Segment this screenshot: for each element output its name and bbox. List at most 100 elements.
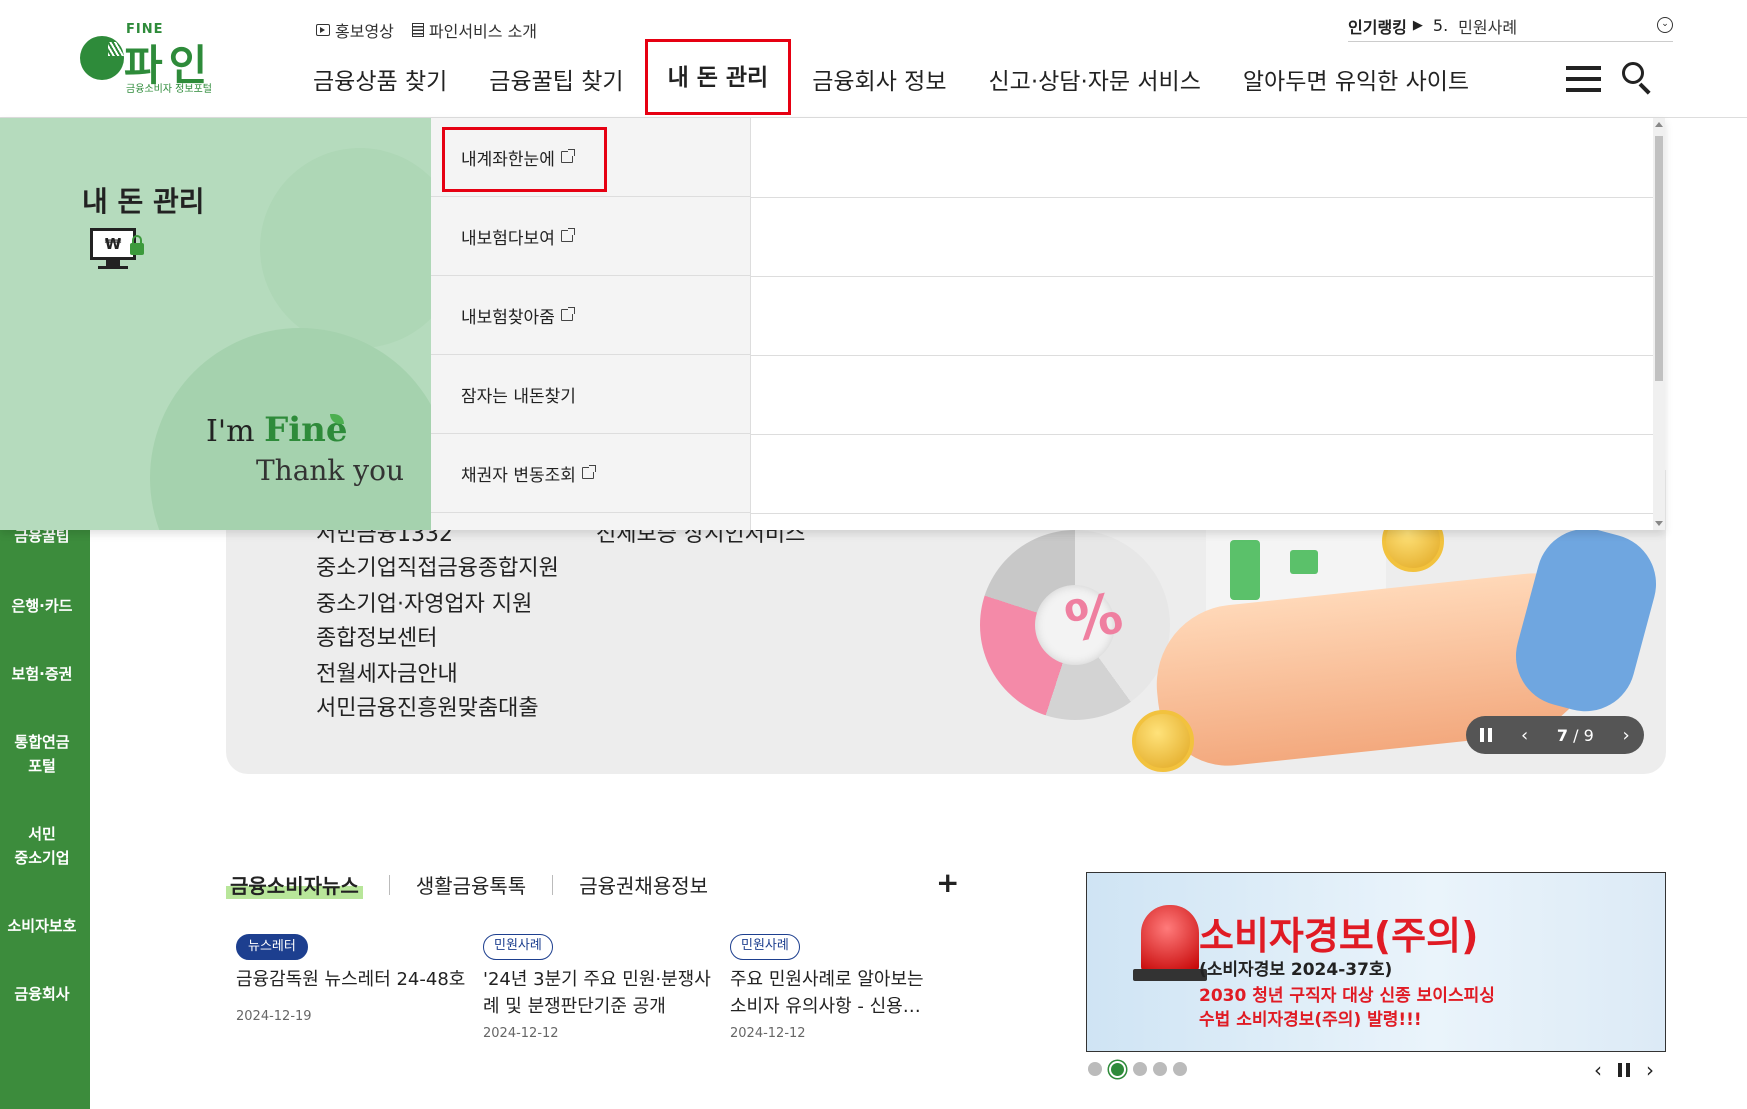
banner-slide-controls: ‹ 7 / 9 › [1466, 716, 1644, 754]
submenu-my-insurance-find[interactable]: 내보험찾아줌 [431, 276, 751, 355]
news-date: 2024-12-12 [483, 1026, 559, 1041]
search-icon[interactable] [1622, 62, 1654, 95]
news-date: 2024-12-12 [730, 1026, 806, 1041]
chevron-right-icon[interactable]: › [1622, 725, 1629, 746]
sidebar-item-sme[interactable]: 서민 중소기업 [0, 822, 84, 870]
pagination-dot[interactable] [1133, 1062, 1147, 1076]
chevron-left-icon[interactable]: ‹ [1594, 1058, 1602, 1082]
siren-icon [1141, 905, 1199, 971]
gnb-financial-tips[interactable]: 금융꿀팁 찾기 [468, 40, 644, 114]
tab-recruitment[interactable]: 금융권채용정보 [579, 870, 708, 899]
submenu-label: 내계좌한눈에 [461, 149, 555, 170]
news-card[interactable]: 민원사례 '24년 3분기 주요 민원·분쟁사례 및 분쟁판단기준 공개 202… [483, 934, 715, 1041]
news-date: 2024-12-19 [236, 1009, 312, 1024]
banner-link-info-center[interactable]: 종합정보센터 [316, 620, 437, 652]
alert-line-2: 수법 소비자경보(주의) 발령!!! [1199, 1010, 1422, 1030]
submenu-my-accounts[interactable]: 내계좌한눈에 [431, 118, 751, 197]
list-icon [411, 23, 424, 37]
pause-icon[interactable] [1480, 728, 1493, 742]
mega-menu-dropdown: 내 돈 관리 ₩ I'm Fine Thank you 내계좌한눈에 내보험다보… [0, 118, 1665, 530]
chevron-right-icon[interactable]: › [1646, 1058, 1654, 1082]
news-tabs: 금융소비자뉴스 생활금융톡톡 금융권채용정보 [226, 870, 708, 899]
site-header: FINE 파인 금융소비자 정보포털 홍보영상 파인서비스 소개 인기랭킹 ▶ … [0, 0, 1747, 118]
logo-mark-icon [80, 36, 126, 80]
banner-link-custom-loan[interactable]: 서민금융진흥원맞춤대출 [316, 690, 539, 722]
pagination-dot[interactable] [1088, 1062, 1102, 1076]
news-card[interactable]: 뉴스레터 금융감독원 뉴스레터 24-48호 2024-12-19 [236, 934, 468, 1024]
external-link-icon [560, 228, 575, 242]
play-arrow-icon: ▶ [1412, 18, 1423, 33]
consumer-alert-banner[interactable]: 소비자경보(주의) (소비자경보 2024-37호) 2030 청년 구직자 대… [1086, 872, 1666, 1052]
news-title[interactable]: 주요 민원사례로 알아보는 소비자 유의사항 - 신용… [730, 966, 930, 1020]
alert-slide-controls: ‹ › [1594, 1058, 1654, 1082]
ranking-text: 민원사례 [1458, 17, 1518, 37]
chevron-down-icon[interactable]: ⌄ [1657, 17, 1673, 33]
gnb-my-money[interactable]: 내 돈 관리 [644, 39, 792, 115]
sidebar-item-pension-portal[interactable]: 통합연금 포털 [0, 730, 84, 778]
service-intro-label: 파인서비스 소개 [428, 22, 538, 41]
news-title[interactable]: 금융감독원 뉴스레터 24-48호 [236, 966, 468, 993]
site-logo[interactable]: FINE 파인 금융소비자 정보포털 [80, 18, 230, 98]
submenu-label: 잠자는 내돈찾기 [461, 386, 576, 407]
external-link-icon [581, 465, 596, 479]
alert-title: 소비자경보(주의) [1199, 914, 1479, 958]
mega-menu-scrollbar[interactable] [1653, 118, 1665, 530]
promo-video-link[interactable]: 홍보영상 [316, 18, 394, 42]
hamburger-menu-icon[interactable] [1566, 66, 1601, 92]
alert-pagination-dots [1088, 1062, 1187, 1076]
gnb-useful-sites[interactable]: 알아두면 유익한 사이트 [1222, 40, 1490, 114]
pagination-dot-active[interactable] [1111, 1062, 1124, 1076]
promo-video-label: 홍보영상 [335, 22, 394, 41]
gnb-financial-products[interactable]: 금융상품 찾기 [292, 40, 468, 114]
ranking-number: 5. [1432, 16, 1449, 35]
mega-menu-intro-panel: 내 돈 관리 ₩ I'm Fine Thank you [0, 118, 431, 530]
submenu-label: 내보험다보여 [461, 228, 555, 249]
submenu-my-insurance-view[interactable]: 내보험다보여 [431, 197, 751, 276]
banner-link-sme-finance[interactable]: 중소기업직접금융종합지원 [316, 550, 559, 582]
tab-life-finance[interactable]: 생활금융톡톡 [416, 870, 526, 899]
mega-menu-detail-area [751, 118, 1653, 530]
news-badge: 뉴스레터 [236, 934, 308, 960]
main-navigation: 금융상품 찾기 금융꿀팁 찾기 내 돈 관리 금융회사 정보 신고·상담·자문 … [292, 39, 1490, 115]
news-badge: 민원사례 [730, 934, 800, 960]
tab-consumer-news[interactable]: 금융소비자뉴스 [226, 870, 363, 899]
sidebar-item-consumer-protection[interactable]: 소비자보호 [0, 914, 84, 938]
submenu-label: 채권자 변동조회 [461, 465, 576, 486]
logo-subtitle: 금융소비자 정보포털 [126, 84, 212, 95]
scroll-down-icon[interactable] [1655, 521, 1663, 526]
video-icon [316, 24, 330, 36]
submenu-dormant-money[interactable]: 잠자는 내돈찾기 [431, 355, 751, 434]
submenu-creditor-change[interactable]: 채권자 변동조회 [431, 434, 751, 513]
banner-link-rent-fund[interactable]: 전월세자금안내 [316, 656, 458, 688]
alert-number: (소비자경보 2024-37호) [1199, 960, 1393, 980]
sidebar-item-financial-company[interactable]: 금융회사 [0, 982, 84, 1006]
pagination-dot[interactable] [1173, 1062, 1187, 1076]
pause-icon[interactable] [1618, 1063, 1630, 1077]
scroll-thumb[interactable] [1655, 136, 1663, 381]
service-intro-link[interactable]: 파인서비스 소개 [411, 18, 538, 42]
sidebar-item-insurance-securities[interactable]: 보험·증권 [0, 662, 84, 686]
chevron-left-icon[interactable]: ‹ [1521, 725, 1528, 746]
banner-link-sme-support[interactable]: 중소기업·자영업자 지원 [316, 586, 532, 618]
news-more-button[interactable]: + [936, 869, 959, 897]
gnb-company-info[interactable]: 금융회사 정보 [791, 40, 967, 114]
mega-menu-title: 내 돈 관리 [82, 185, 205, 218]
pagination-dot[interactable] [1153, 1062, 1167, 1076]
slide-current: 7 [1556, 725, 1569, 745]
scroll-up-icon[interactable] [1655, 122, 1663, 127]
secure-wallet-icon: ₩ [90, 228, 146, 274]
news-card[interactable]: 민원사례 주요 민원사례로 알아보는 소비자 유의사항 - 신용… 2024-1… [730, 934, 930, 1041]
slide-total: 9 [1583, 725, 1594, 745]
slogan-thank-you: Thank you [256, 454, 405, 487]
news-badge: 민원사례 [483, 934, 553, 960]
mega-menu-sublist: 내계좌한눈에 내보험다보여 내보험찾아줌 잠자는 내돈찾기 채권자 변동조회 [431, 118, 751, 530]
coin-icon [1132, 710, 1194, 772]
news-title[interactable]: '24년 3분기 주요 민원·분쟁사례 및 분쟁판단기준 공개 [483, 966, 715, 1020]
slogan-im-fine: I'm Fine [206, 410, 348, 450]
sidebar-item-bank-card[interactable]: 은행·카드 [0, 594, 84, 618]
popular-ranking[interactable]: 인기랭킹 ▶ 5. 민원사례 ⌄ [1348, 10, 1673, 42]
ranking-label: 인기랭킹 [1348, 17, 1407, 37]
submenu-label: 내보험찾아줌 [461, 307, 555, 328]
gnb-report-consult[interactable]: 신고·상담·자문 서비스 [968, 40, 1222, 114]
alert-line-1: 2030 청년 구직자 대상 신종 보이스피싱 [1199, 986, 1495, 1006]
